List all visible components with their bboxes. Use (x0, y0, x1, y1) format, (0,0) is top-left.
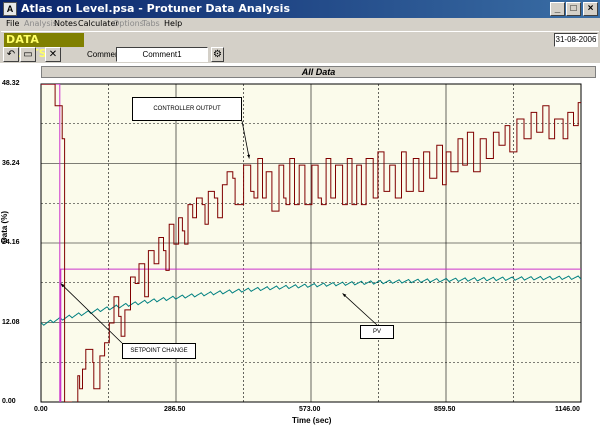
menu-options[interactable]: Options (113, 19, 144, 28)
x-tick-label: 286.50 (164, 406, 186, 413)
menu-help[interactable]: Help (164, 19, 182, 28)
x-tick-label: 573.00 (299, 406, 321, 413)
settings-icon[interactable]: ⚙ (211, 47, 224, 62)
y-tick-label: 36.24 (2, 159, 20, 167)
open-folder-icon[interactable]: ▭ (20, 47, 36, 62)
delete-icon[interactable]: ✕ (45, 47, 61, 62)
window-title: Atlas on Level.psa - Protuner Data Analy… (21, 2, 290, 15)
menu-file[interactable]: File (6, 19, 19, 28)
chart-canvas[interactable] (0, 63, 600, 432)
annotation-callout: CONTROLLER OUTPUT (132, 97, 242, 121)
application-window: A Atlas on Level.psa - Protuner Data Ana… (0, 0, 600, 432)
y-tick-label: 48.32 (2, 80, 20, 87)
menu-bar: File Analysis Notes Calculater Options T… (0, 18, 600, 30)
menu-tabs[interactable]: Tabs (142, 19, 160, 28)
y-axis-label: Data (%) (0, 210, 9, 243)
annotation-callout: PV (360, 325, 394, 339)
chart-area: All Data 0.00 12.08 24.16 36.24 48.32 0.00 28… (0, 63, 600, 432)
undo-icon[interactable]: ↶ (3, 47, 19, 62)
y-tick-label: 0.00 (2, 398, 16, 405)
x-tick-label: 859.50 (434, 406, 456, 413)
date-display: 31-08-2006 (554, 33, 598, 47)
section-title: DATA PLOTS (4, 33, 84, 60)
title-bar[interactable]: A Atlas on Level.psa - Protuner Data Ana… (0, 0, 600, 18)
minimize-icon[interactable]: _ (550, 2, 565, 16)
menu-analysis[interactable]: Analysis (24, 19, 57, 28)
toolbar: ↶ ▭ ✕ Comment ⚙ (1, 47, 599, 63)
section-banner: DATA PLOTS 31-08-2006 (1, 31, 599, 60)
y-tick-label: 12.08 (2, 318, 20, 326)
comment-input[interactable] (116, 47, 208, 62)
x-tick-label: 1146.00 (555, 406, 580, 413)
x-tick-label: 0.00 (34, 406, 48, 413)
chart-title: All Data (41, 66, 596, 78)
menu-notes[interactable]: Notes (54, 19, 77, 28)
close-icon[interactable]: × (583, 2, 598, 16)
x-axis-label: Time (sec) (292, 416, 332, 425)
annotation-callout: SETPOINT CHANGE (122, 343, 196, 359)
maximize-icon[interactable]: □ (566, 2, 581, 16)
app-chart-icon[interactable]: A (3, 2, 17, 16)
